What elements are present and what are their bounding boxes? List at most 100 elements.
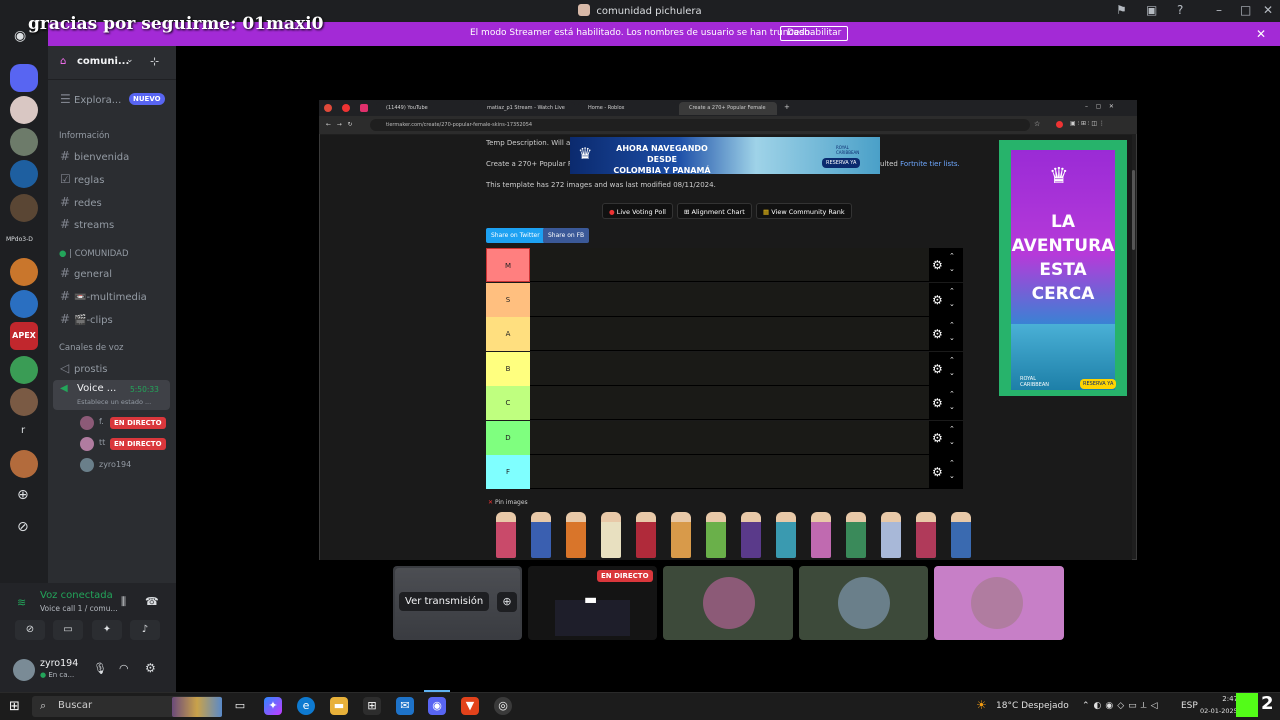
category-info[interactable]: Información <box>59 131 110 141</box>
server-icon[interactable] <box>10 128 38 156</box>
gear-icon[interactable]: ⚙ <box>932 258 943 272</box>
tier-label[interactable]: S <box>486 282 530 317</box>
server-icon[interactable] <box>10 388 38 416</box>
chevron-down-icon[interactable]: ⌄ <box>949 265 955 273</box>
tier-label[interactable]: D <box>486 420 530 455</box>
weather-text[interactable]: 18°C Despejado <box>996 701 1069 711</box>
skin-image[interactable] <box>496 512 516 558</box>
noise-suppression-icon[interactable]: ⫼ <box>121 595 126 609</box>
gear-icon[interactable]: ⚙ <box>932 293 943 307</box>
microphone-icon[interactable]: 🎙 <box>93 662 107 675</box>
url-input[interactable]: tiermaker.com/create/270-popular-female-… <box>370 119 1030 131</box>
server-icon[interactable] <box>10 450 38 478</box>
dm-icon[interactable] <box>10 64 38 92</box>
skin-image[interactable] <box>881 512 901 558</box>
share-twitter-button[interactable]: Share on Twitter <box>486 228 545 243</box>
soundboard-icon[interactable]: ♪ <box>130 620 160 640</box>
close-banner-icon[interactable]: ✕ <box>1256 27 1266 41</box>
browser-tab[interactable]: (11449) YouTube <box>376 102 474 115</box>
window-controls[interactable]: – ▢ ✕ <box>1085 103 1114 110</box>
skin-image[interactable] <box>671 512 691 558</box>
server-icon[interactable] <box>10 194 38 222</box>
voice-user-name[interactable]: f. <box>99 417 104 426</box>
community-rank-button[interactable]: ▦ View Community Rank <box>756 203 852 219</box>
system-tray-icons[interactable]: ⌃◐◉◇▭⟂◁ <box>1082 701 1162 711</box>
channel-streams[interactable]: # streams <box>60 217 114 231</box>
help-icon[interactable]: ? <box>1177 3 1183 17</box>
skin-image[interactable] <box>636 512 656 558</box>
server-icon[interactable] <box>10 96 38 124</box>
skin-image[interactable] <box>916 512 936 558</box>
gear-icon[interactable]: ⚙ <box>932 327 943 341</box>
alignment-chart-button[interactable]: ⊞ Alignment Chart <box>677 203 752 219</box>
chevron-down-icon[interactable]: ⌄ <box>949 334 955 342</box>
server-icon[interactable] <box>10 356 38 384</box>
voice-connected-subtitle[interactable]: Voice call 1 / comu... <box>40 604 118 613</box>
skin-image[interactable] <box>776 512 796 558</box>
file-explorer-icon[interactable]: ▬ <box>330 697 348 715</box>
tier-row[interactable] <box>530 420 929 455</box>
settings-icon[interactable]: ⚙ <box>145 661 156 675</box>
obs-icon[interactable]: ◎ <box>494 697 512 715</box>
voice-status[interactable]: Establece un estado ... <box>77 398 151 406</box>
camera-off-icon[interactable]: ⊘ <box>15 620 45 640</box>
chevron-up-icon[interactable]: ⌃ <box>949 356 955 364</box>
category-comunidad[interactable]: ● | COMUNIDAD <box>59 249 129 259</box>
close-icon[interactable]: ✕ <box>1263 3 1273 17</box>
channel-reglas[interactable]: ☑ reglas <box>60 172 105 186</box>
voice-user-name[interactable]: tt <box>99 438 105 447</box>
skin-image[interactable] <box>531 512 551 558</box>
disable-streamer-button[interactable]: Deshabilitar <box>780 26 849 41</box>
tier-label[interactable]: B <box>486 351 530 386</box>
watch-stream-button[interactable]: Ver transmisión <box>399 592 490 611</box>
share-fb-button[interactable]: Share on FB <box>543 228 590 243</box>
browser-tab-active[interactable]: Create a 270+ Popular Female <box>679 102 777 115</box>
chevron-down-icon[interactable]: ⌄ <box>949 300 955 308</box>
chevron-up-icon[interactable]: ⌃ <box>949 321 955 329</box>
skin-image[interactable] <box>706 512 726 558</box>
gear-icon[interactable]: ⚙ <box>932 396 943 410</box>
channel-general[interactable]: # general <box>60 266 112 280</box>
copilot-icon[interactable]: ✦ <box>264 697 282 715</box>
page-scrollbar[interactable] <box>1132 170 1135 250</box>
new-tab-icon[interactable]: + <box>784 103 790 111</box>
gear-icon[interactable]: ⚙ <box>932 362 943 376</box>
ad-right-cta[interactable]: RESERVA YA <box>1080 379 1117 389</box>
signal-icon[interactable]: ≋ <box>17 596 26 609</box>
screen-icon[interactable]: ▣ <box>1146 3 1157 17</box>
tier-label[interactable]: A <box>486 317 530 351</box>
tier-row[interactable] <box>530 351 929 386</box>
disconnect-icon[interactable]: ☎ <box>145 595 159 608</box>
skin-image[interactable] <box>566 512 586 558</box>
extension-icon[interactable] <box>1056 121 1063 128</box>
inbox-icon[interactable]: ⚑ <box>1116 3 1127 17</box>
tier-row[interactable] <box>530 386 929 420</box>
store-icon[interactable]: ⊞ <box>363 697 381 715</box>
chevron-down-icon[interactable]: ⌄ <box>126 55 134 65</box>
browser-tab[interactable]: Home - Roblox <box>578 102 676 115</box>
browser-tab[interactable]: matiaz_p1 Stream - Watch Live <box>477 102 575 115</box>
activities-icon[interactable]: ✦ <box>92 620 122 640</box>
brave-icon[interactable]: ▼ <box>461 697 479 715</box>
chevron-down-icon[interactable]: ⌄ <box>949 403 955 411</box>
chevron-up-icon[interactable]: ⌃ <box>949 459 955 467</box>
discord-home-icon[interactable]: ◉ <box>14 28 26 44</box>
maximize-icon[interactable]: □ <box>1240 3 1251 17</box>
username[interactable]: zyro194 <box>40 658 78 669</box>
headphones-icon[interactable]: ◠ <box>119 662 129 675</box>
popout-icon[interactable]: ⊕ <box>497 592 517 612</box>
live-voting-button[interactable]: ● Live Voting Poll <box>602 203 673 219</box>
ad-top-cta[interactable]: RESERVA YA <box>822 158 861 168</box>
server-label[interactable]: r <box>21 425 25 436</box>
chevron-up-icon[interactable]: ⌃ <box>949 252 955 260</box>
channel-bienvenida[interactable]: # bienvenida <box>60 149 129 163</box>
server-icon[interactable]: APEX <box>10 322 38 350</box>
screen-share-icon[interactable]: ▭ <box>53 620 83 640</box>
tier-row[interactable] <box>530 317 929 351</box>
chevron-down-icon[interactable]: ⌄ <box>949 472 955 480</box>
extensions-icon[interactable]: ▣ ⫶ ⊞ ⫶ ◫ ⋮ <box>1070 120 1105 128</box>
gear-icon[interactable]: ⚙ <box>932 431 943 445</box>
tier-label[interactable]: F <box>486 455 530 489</box>
windows-start-icon[interactable]: ⊞ <box>9 699 20 714</box>
add-member-icon[interactable]: ⊹ <box>150 55 159 68</box>
